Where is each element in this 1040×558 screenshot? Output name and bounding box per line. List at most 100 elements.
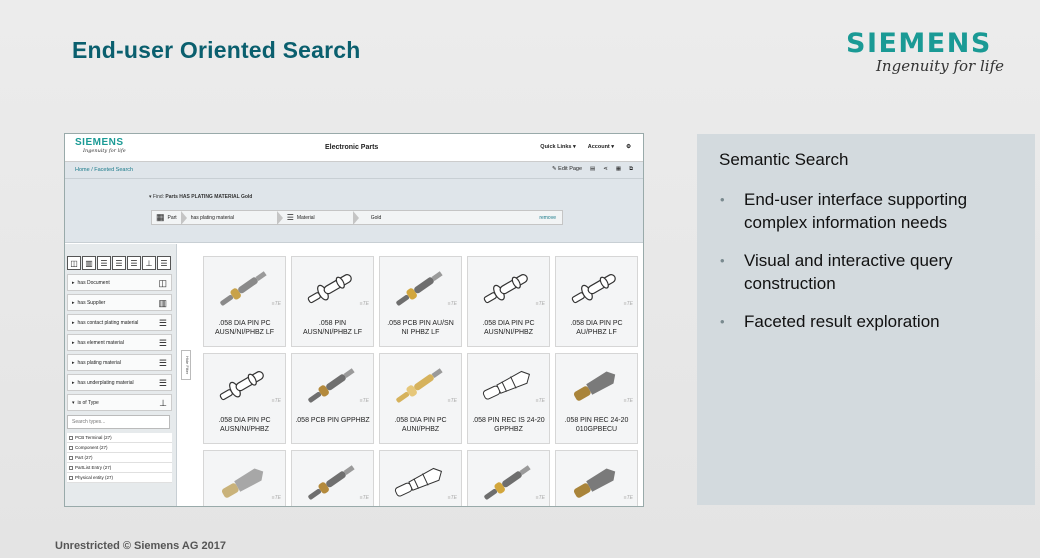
- grid-view-icon[interactable]: ▦: [616, 166, 621, 173]
- part-card[interactable]: ≡TE .058 DIA PIN PC AUSN/NI/PHBZ: [203, 353, 286, 444]
- type-list: PCB Terminal (27) Component (27) Part (27)…: [67, 433, 172, 483]
- facet-list: ▸ has Document ◫ ▸ has Supplier ▥ ▸ has contact…: [65, 274, 176, 411]
- facet-item[interactable]: ▸ has plating material ☰: [67, 354, 172, 371]
- part-image: [573, 371, 616, 401]
- results-grid: ≡TE .058 DIA PIN PC AUSN/NI/PHBZ LF ≡TE .05…: [203, 256, 638, 506]
- query-node-material[interactable]: ☰ Material: [283, 211, 353, 224]
- part-card[interactable]: ≡TE .058 PCB PIN AU/SN NI PHBZ LF: [379, 256, 462, 347]
- hierarchy-icon[interactable]: ⊥: [142, 256, 156, 270]
- facet-item[interactable]: ▸ has Document ◫: [67, 274, 172, 291]
- part-label: .058 PIN AUSN/NI/PHBZ LF: [302, 320, 363, 336]
- facet-view-icons: ◫ ▥ ☰ ☰ ☰ ⊥ ☰: [65, 244, 176, 270]
- part-image: [396, 368, 443, 403]
- type-filter-item[interactable]: PCB Terminal (27): [67, 433, 172, 443]
- facet-item[interactable]: ▸ has contact plating material ☰: [67, 314, 172, 331]
- chevron-right-icon: ▸: [72, 379, 75, 386]
- list-icon[interactable]: ☰: [112, 256, 126, 270]
- part-card[interactable]: ≡TE .058 PIN REC 24-20 010GPBECU: [555, 353, 638, 444]
- facet-label: has underplating material: [77, 379, 134, 386]
- checkbox[interactable]: [69, 445, 73, 450]
- part-card[interactable]: ≡TE .058 DIA PIN PC AUSN/NI/PHBZ: [467, 256, 550, 347]
- breadcrumb-bar: Home / Faceted Search ✎ Edit Page ▤ ⋖ ▦ …: [65, 162, 643, 179]
- part-card[interactable]: ≡TE: [379, 450, 462, 506]
- type-filter-label: PCB Terminal (27): [75, 435, 112, 440]
- facet-item[interactable]: ▸ has element material ☰: [67, 334, 172, 351]
- facet-item[interactable]: ▸ has underplating material ☰: [67, 374, 172, 391]
- query-find-text: Parts HAS PLATING MATERIAL Gold: [165, 194, 253, 200]
- query-node-label: Material: [296, 214, 315, 221]
- part-image: [483, 274, 528, 304]
- part-card[interactable]: ≡TE .058 DIA PIN PC AUNI/PHBZ: [379, 353, 462, 444]
- edit-page-button[interactable]: ✎ Edit Page: [552, 166, 582, 173]
- part-card[interactable]: ≡TE .058 PIN REC IS 24-20 GPPHBZ: [467, 353, 550, 444]
- bullet-text: Faceted result exploration: [744, 312, 940, 331]
- account-menu[interactable]: Account ▾: [588, 144, 614, 150]
- facet-item[interactable]: ▾ is of Type ⊥: [67, 394, 172, 411]
- app-logo-name: SIEMENS: [75, 137, 124, 148]
- part-image: [219, 371, 264, 401]
- part-image: [482, 370, 531, 400]
- part-card[interactable]: ≡TE: [467, 450, 550, 506]
- type-search-input[interactable]: Search types...: [67, 415, 170, 429]
- type-filter-item[interactable]: Part (27): [67, 453, 172, 463]
- app-logo[interactable]: SIEMENS Ingenuity for life: [75, 137, 126, 154]
- facet-item[interactable]: ▸ has Supplier ▥: [67, 294, 172, 311]
- query-find-prefix: ▾ Find:: [149, 194, 165, 200]
- remove-query-link[interactable]: remove: [539, 215, 556, 221]
- te-logo: ≡TE: [535, 301, 545, 307]
- checkbox[interactable]: [69, 475, 73, 480]
- quick-links-menu[interactable]: Quick Links ▾: [540, 144, 575, 150]
- app-nav: Quick Links ▾ Account ▾ ⚙: [540, 144, 631, 150]
- slide-footer: Unrestricted © Siemens AG 2017: [55, 540, 226, 552]
- facet-label: has contact plating material: [77, 319, 139, 326]
- list-icon[interactable]: ☰: [127, 256, 141, 270]
- document-icon[interactable]: ◫: [67, 256, 81, 270]
- te-logo: ≡TE: [359, 495, 369, 501]
- type-filter-item[interactable]: Component (27): [67, 443, 172, 453]
- siemens-logo: SIEMENS Ingenuity for life: [846, 28, 1006, 75]
- type-filter-item[interactable]: Physical entity (27): [67, 473, 172, 483]
- part-card[interactable]: ≡TE: [203, 450, 286, 506]
- share-icon[interactable]: ⋖: [603, 166, 608, 173]
- list-icon: ☰: [158, 318, 167, 328]
- part-image: [308, 368, 355, 403]
- brand-name: SIEMENS: [846, 28, 992, 59]
- gear-icon[interactable]: ⚙: [626, 144, 631, 150]
- part-card[interactable]: ≡TE .058 PCB PIN GPPHBZ: [291, 353, 374, 444]
- part-card[interactable]: ≡TE: [555, 450, 638, 506]
- part-image: [394, 467, 443, 497]
- list-icon[interactable]: ☰: [97, 256, 111, 270]
- part-image: [307, 274, 352, 304]
- chip-icon: ▦: [156, 212, 165, 222]
- chevron-down-icon: ▾: [72, 399, 75, 406]
- query-node-value[interactable]: Gold: [359, 211, 419, 224]
- te-logo: ≡TE: [623, 398, 633, 404]
- part-label: .058 DIA PIN PC AUSN/NI/PHBZ LF: [214, 320, 275, 336]
- query-node-part[interactable]: ▦ Part: [152, 211, 181, 224]
- query-node-relation[interactable]: has plating material: [187, 211, 277, 224]
- page-tools: ✎ Edit Page ▤ ⋖ ▦ ⧉: [552, 166, 633, 173]
- chevron-right-icon: ▸: [72, 319, 75, 326]
- te-logo: ≡TE: [271, 495, 281, 501]
- checkbox[interactable]: [69, 465, 73, 470]
- bullet-item: • Visual and interactive query constructi…: [719, 249, 1019, 295]
- type-filter-item[interactable]: PartList Entry (27): [67, 463, 172, 473]
- part-card[interactable]: ≡TE .058 DIA PIN PC AUSN/NI/PHBZ LF: [203, 256, 286, 347]
- part-image: [573, 468, 616, 498]
- document-icon: ◫: [158, 278, 167, 288]
- hide-filter-tab[interactable]: Hide Filter: [181, 350, 191, 380]
- supplier-icon[interactable]: ▥: [82, 256, 96, 270]
- part-card[interactable]: ≡TE: [291, 450, 374, 506]
- checkbox[interactable]: [69, 455, 73, 460]
- list-icon[interactable]: ☰: [157, 256, 171, 270]
- te-logo: ≡TE: [623, 495, 633, 501]
- breadcrumb[interactable]: Home / Faceted Search: [75, 167, 133, 173]
- checkbox[interactable]: [69, 435, 73, 440]
- part-card[interactable]: ≡TE .058 DIA PIN PC AU/PHBZ LF: [555, 256, 638, 347]
- query-summary[interactable]: ▾ Find: Parts HAS PLATING MATERIAL Gold: [149, 194, 252, 200]
- app-header: SIEMENS Ingenuity for life Electronic Pa…: [65, 134, 643, 162]
- part-card[interactable]: ≡TE .058 PIN AUSN/NI/PHBZ LF: [291, 256, 374, 347]
- export-icon[interactable]: ⧉: [629, 166, 633, 173]
- part-image: [484, 465, 531, 500]
- list-view-icon[interactable]: ▤: [590, 166, 595, 173]
